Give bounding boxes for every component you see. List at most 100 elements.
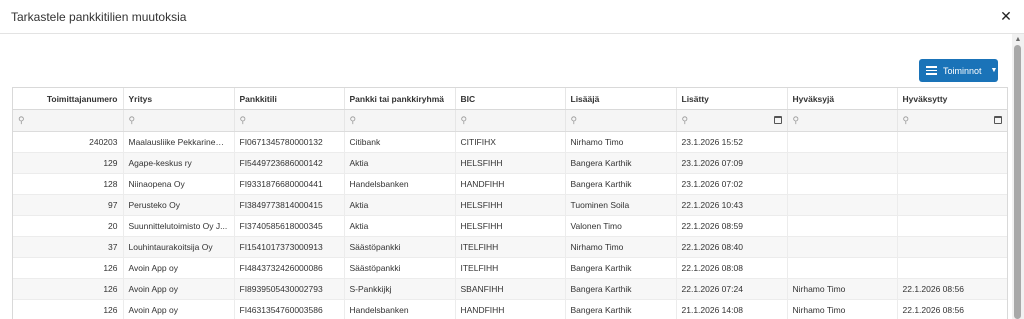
cell-approver	[787, 194, 898, 216]
table-row[interactable]: 240203 Maalausliike Pekkarinen ... FI06713…	[13, 131, 1007, 153]
table-row[interactable]: 37 Louhintaurakoitsija Oy FI15410173730009…	[13, 236, 1007, 258]
cell-added: 22.1.2026 08:08	[676, 257, 788, 279]
cell-bank-account: FI5449723686000142	[234, 152, 345, 174]
cell-supplier-number: 128	[13, 173, 124, 195]
filter-cell-bank-group[interactable]: ⚲	[344, 109, 456, 132]
cell-added-by: Tuominen Soila	[565, 194, 677, 216]
table-row[interactable]: 126 Avoin App oy FI4843732426000086 Säästöp…	[13, 257, 1007, 279]
cell-supplier-number: 126	[13, 299, 124, 319]
cell-company: Suunnittelutoimisto Oy J...	[123, 215, 235, 237]
table-row[interactable]: 128 Niinaopena Oy FI9331876680000441 Handel…	[13, 173, 1007, 195]
filter-cell-company[interactable]: ⚲	[123, 109, 235, 132]
cell-added-by: Bangera Karthik	[565, 257, 677, 279]
filter-cell-added-by[interactable]: ⚲	[565, 109, 677, 132]
search-icon: ⚲	[349, 115, 357, 125]
filter-cell-approved[interactable]: ⚲	[897, 109, 1007, 132]
cell-added-by: Bangera Karthik	[565, 152, 677, 174]
column-header-bank-account[interactable]: Pankkitili	[234, 88, 345, 110]
column-header-approved[interactable]: Hyväksytty	[897, 88, 1007, 110]
calendar-icon[interactable]	[993, 116, 1002, 124]
cell-added: 22.1.2026 07:24	[676, 278, 788, 300]
cell-approved	[897, 173, 1007, 195]
table-row[interactable]: 129 Agape-keskus ry FI5449723686000142 Akti…	[13, 152, 1007, 174]
cell-bank-group: Handelsbanken	[344, 299, 456, 319]
cell-added: 23.1.2026 07:02	[676, 173, 788, 195]
cell-added-by: Nirhamo Timo	[565, 131, 677, 153]
cell-bic: ITELFIHH	[455, 257, 566, 279]
cell-bic: HANDFIHH	[455, 299, 566, 319]
cell-added-by: Valonen Timo	[565, 215, 677, 237]
actions-menu-button[interactable]: Toiminnot ▼	[919, 59, 998, 82]
search-icon: ⚲	[681, 115, 689, 125]
cell-supplier-number: 37	[13, 236, 124, 258]
search-icon: ⚲	[570, 115, 578, 125]
close-button[interactable]: ✕	[996, 6, 1016, 26]
table-row[interactable]: 126 Avoin App oy FI8939505430002793 S-Pankk…	[13, 278, 1007, 300]
cell-company: Maalausliike Pekkarinen ...	[123, 131, 235, 153]
table-row[interactable]: 126 Avoin App oy FI4631354760003586 Handels…	[13, 299, 1007, 319]
filter-cell-approver[interactable]: ⚲	[787, 109, 898, 132]
column-header-added[interactable]: Lisätty	[676, 88, 788, 110]
scroll-up-arrow-icon[interactable]: ▲	[1013, 34, 1023, 44]
cell-bank-account: FI9331876680000441	[234, 173, 345, 195]
cell-supplier-number: 126	[13, 278, 124, 300]
cell-supplier-number: 20	[13, 215, 124, 237]
cell-company: Perusteko Oy	[123, 194, 235, 216]
cell-supplier-number: 126	[13, 257, 124, 279]
cell-added: 21.1.2026 14:08	[676, 299, 788, 319]
search-icon: ⚲	[792, 115, 800, 125]
cell-supplier-number: 240203	[13, 131, 124, 153]
filter-cell-added[interactable]: ⚲	[676, 109, 788, 132]
cell-approved: 22.1.2026 08:56	[897, 299, 1007, 319]
cell-approved	[897, 257, 1007, 279]
hamburger-icon	[926, 66, 937, 75]
scrollbar-thumb[interactable]	[1014, 45, 1021, 319]
calendar-icon[interactable]	[773, 116, 782, 124]
cell-added: 23.1.2026 15:52	[676, 131, 788, 153]
cell-bank-group: Handelsbanken	[344, 173, 456, 195]
column-header-bic[interactable]: BIC	[455, 88, 566, 110]
cell-bank-group: Säästöpankki	[344, 236, 456, 258]
filter-cell-bank-account[interactable]: ⚲	[234, 109, 345, 132]
filter-cell-bic[interactable]: ⚲	[455, 109, 566, 132]
cell-approver	[787, 215, 898, 237]
data-table: Toimittajanumero Yritys Pankkitili Pankk…	[13, 88, 1007, 319]
cell-approver	[787, 152, 898, 174]
filter-cell-supplier-number[interactable]: ⚲	[13, 109, 124, 132]
search-icon: ⚲	[18, 115, 25, 125]
cell-approver	[787, 131, 898, 153]
column-header-company[interactable]: Yritys	[123, 88, 235, 110]
dialog-title: Tarkastele pankkitilien muutoksia	[11, 10, 187, 24]
cell-bank-account: FI4843732426000086	[234, 257, 345, 279]
cell-bank-account: FI8939505430002793	[234, 278, 345, 300]
cell-approver: Nirhamo Timo	[787, 278, 898, 300]
table-body: 240203 Maalausliike Pekkarinen ... FI06713…	[13, 131, 1007, 319]
cell-approver	[787, 257, 898, 279]
close-icon: ✕	[1000, 7, 1012, 24]
cell-company: Niinaopena Oy	[123, 173, 235, 195]
cell-added-by: Nirhamo Timo	[565, 236, 677, 258]
cell-bank-account: FI1541017373000913	[234, 236, 345, 258]
cell-bank-account: FI4631354760003586	[234, 299, 345, 319]
cell-added: 22.1.2026 08:40	[676, 236, 788, 258]
column-header-added-by[interactable]: Lisääjä	[565, 88, 677, 110]
cell-approver	[787, 173, 898, 195]
table-row[interactable]: 20 Suunnittelutoimisto Oy J... FI374058561…	[13, 215, 1007, 237]
cell-added: 22.1.2026 10:43	[676, 194, 788, 216]
search-icon: ⚲	[460, 115, 468, 125]
cell-bic: ITELFIHH	[455, 236, 566, 258]
cell-approved	[897, 131, 1007, 153]
filter-row: ⚲ ⚲ ⚲ ⚲ ⚲ ⚲ ⚲ ⚲ ⚲	[13, 109, 1007, 132]
cell-supplier-number: 129	[13, 152, 124, 174]
cell-bic: HELSFIHH	[455, 194, 566, 216]
table-row[interactable]: 97 Perusteko Oy FI3849773814000415 Aktia HEL…	[13, 194, 1007, 216]
cell-added-by: Bangera Karthik	[565, 278, 677, 300]
column-header-approver[interactable]: Hyväksyjä	[787, 88, 898, 110]
column-header-bank-group[interactable]: Pankki tai pankkiryhmä	[344, 88, 456, 110]
cell-approved	[897, 236, 1007, 258]
column-header-supplier-number[interactable]: Toimittajanumero	[13, 88, 124, 110]
header-row: Toimittajanumero Yritys Pankkitili Pankk…	[13, 88, 1007, 110]
search-icon: ⚲	[128, 115, 136, 125]
cell-company: Avoin App oy	[123, 299, 235, 319]
cell-bank-group: Aktia	[344, 194, 456, 216]
